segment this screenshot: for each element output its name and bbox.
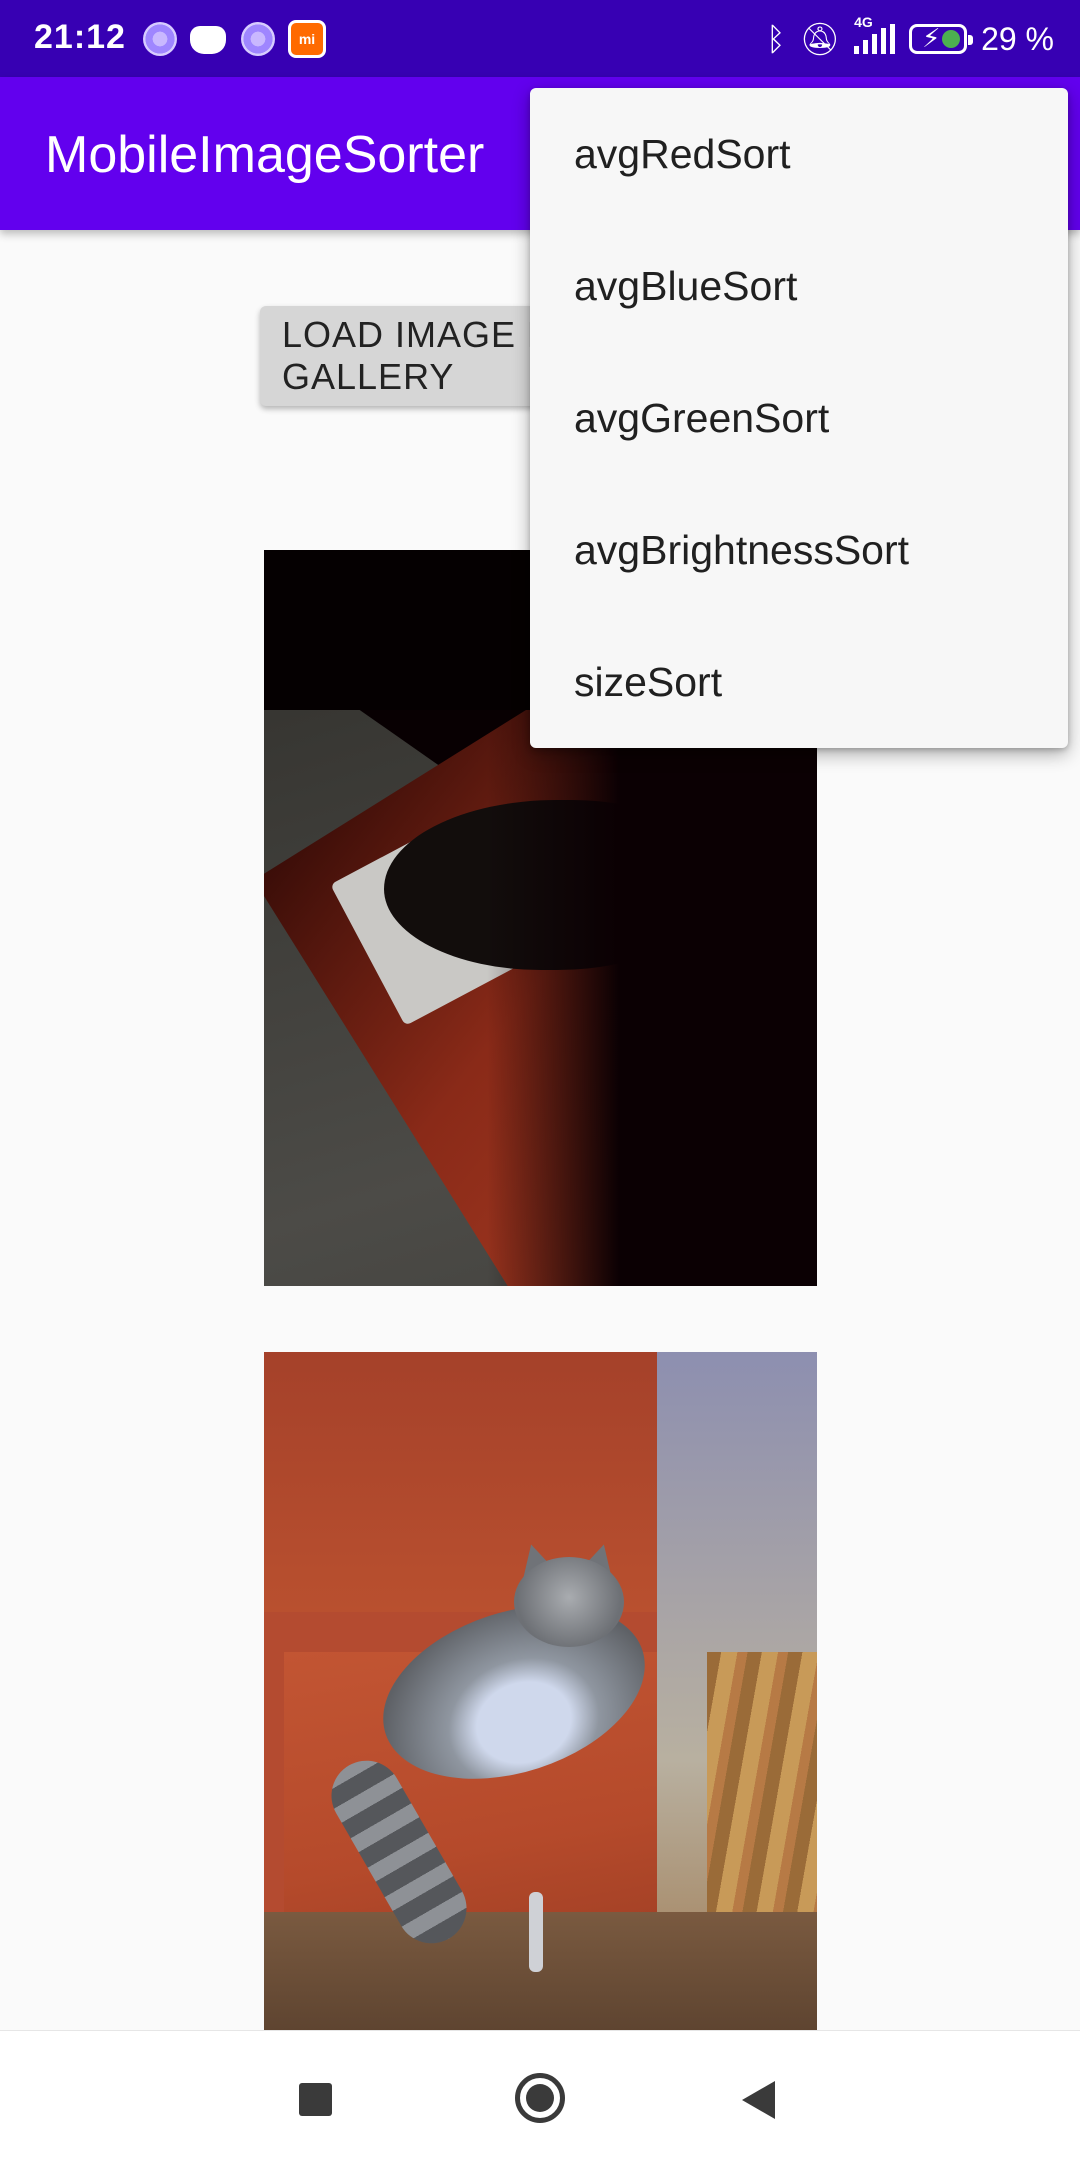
gamepad-app-icon: [190, 26, 226, 54]
bell-muted-icon: 🔕︎: [799, 21, 841, 57]
menu-item-size-sort[interactable]: sizeSort: [530, 616, 1068, 748]
battery-charging-icon: ⚡︎: [909, 23, 974, 54]
signal-icon: 4G: [854, 14, 896, 54]
navigation-bar: [0, 2030, 1080, 2160]
menu-item-avg-blue-sort[interactable]: avgBlueSort: [530, 220, 1068, 352]
status-time: 21:12: [34, 18, 126, 56]
battery-percent: 29 %: [981, 20, 1054, 57]
image-thumbnail-tabby-cat[interactable]: [264, 1352, 817, 2032]
home-circle-icon[interactable]: [515, 2073, 565, 2123]
recents-square-icon[interactable]: [299, 2083, 332, 2116]
sort-options-menu: avgRedSort avgBlueSort avgGreenSort avgB…: [530, 88, 1068, 748]
back-triangle-icon[interactable]: [742, 2081, 775, 2119]
status-bar: 21:12 mi ᛒ 🔕︎ 4G ⚡︎ 29 %: [0, 0, 1080, 77]
menu-item-avg-green-sort[interactable]: avgGreenSort: [530, 352, 1068, 484]
bluetooth-icon: ᛒ: [766, 21, 786, 57]
app-title: MobileImageSorter: [45, 126, 485, 184]
status-right-group: ᛒ 🔕︎ 4G ⚡︎ 29 %: [766, 14, 1054, 64]
menu-item-avg-brightness-sort[interactable]: avgBrightnessSort: [530, 484, 1068, 616]
spinner-app-icon: [143, 22, 177, 56]
menu-item-avg-red-sort[interactable]: avgRedSort: [530, 88, 1068, 220]
mi-app-icon: mi: [288, 20, 326, 58]
spinner-app-icon: [241, 22, 275, 56]
network-type-label: 4G: [854, 14, 873, 30]
